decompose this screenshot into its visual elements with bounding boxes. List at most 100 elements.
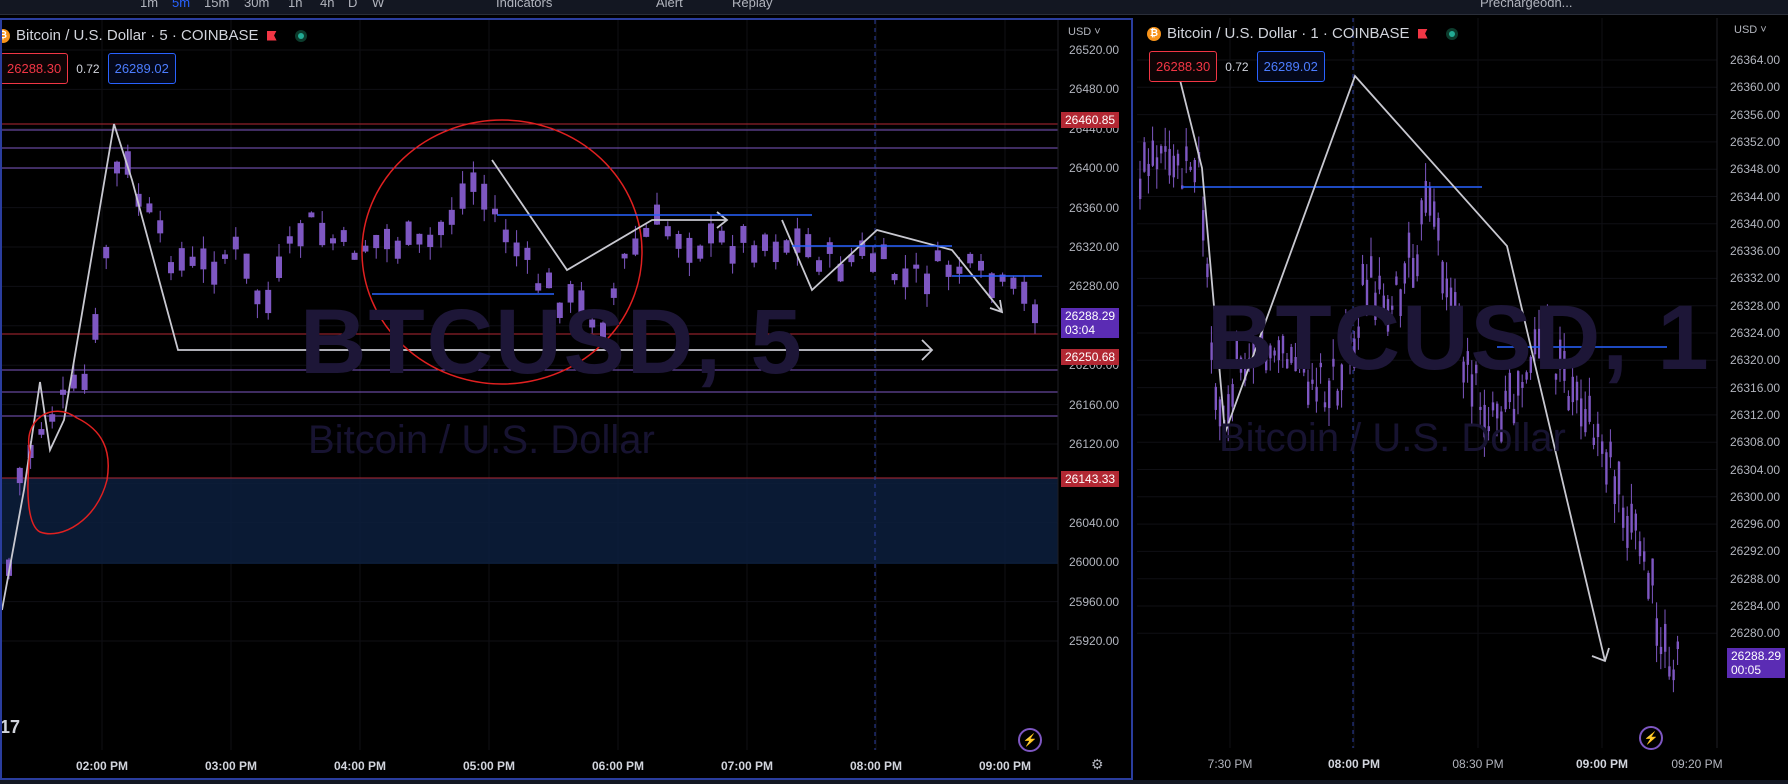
candle-body bbox=[92, 314, 99, 340]
price-axis-label: 26284.00 bbox=[1730, 599, 1781, 613]
timeframe-1h[interactable]: 1h bbox=[288, 0, 302, 10]
candle-body bbox=[114, 161, 120, 174]
candle-body bbox=[988, 273, 995, 299]
candle-body bbox=[394, 240, 401, 259]
bottom-strip bbox=[0, 780, 1788, 784]
symbol-legend[interactable]: ₿ Bitcoin / U.S. Dollar · 1 · COINBASE bbox=[1147, 25, 1458, 42]
time-axis-label: 08:30 PM bbox=[1452, 757, 1504, 771]
buy-button[interactable]: 26289.02 bbox=[107, 53, 176, 84]
settings-gear-icon[interactable]: ⚙ bbox=[1091, 756, 1104, 773]
flag-icon[interactable] bbox=[1417, 28, 1428, 39]
timeframe-1d[interactable]: D bbox=[348, 0, 357, 10]
candle-body bbox=[524, 247, 531, 260]
buy-button[interactable]: 26289.02 bbox=[1256, 51, 1325, 82]
candle-body bbox=[1433, 201, 1436, 227]
time-axis-label: 03:00 PM bbox=[204, 759, 258, 773]
timeframe-30m[interactable]: 30m bbox=[244, 0, 269, 10]
candle-body bbox=[870, 253, 876, 272]
price-axis-label: 26400.00 bbox=[1069, 161, 1120, 176]
alert-button[interactable]: Alert bbox=[656, 0, 683, 10]
price-axis-label: 26328.00 bbox=[1730, 298, 1781, 313]
candle-body bbox=[643, 227, 650, 237]
arrow-head-drawing bbox=[1591, 647, 1610, 663]
price-axis-label: 26000.00 bbox=[1069, 555, 1120, 570]
tradingview-logo[interactable]: 17 bbox=[2, 717, 20, 738]
price-axis-label: 26340.00 bbox=[1730, 216, 1781, 231]
candle-body bbox=[1185, 146, 1188, 162]
spread-value: 0.72 bbox=[76, 61, 100, 76]
flag-icon[interactable] bbox=[266, 30, 277, 41]
candle-body bbox=[459, 183, 466, 209]
candle-body bbox=[427, 234, 434, 248]
candle-body bbox=[621, 253, 628, 259]
bar-countdown: 00:05 bbox=[1731, 663, 1762, 677]
symbol-title[interactable]: Bitcoin / U.S. Dollar · 5 · COINBASE bbox=[16, 27, 259, 44]
price-axis-label: 26348.00 bbox=[1730, 162, 1781, 177]
price-axis-label: 26316.00 bbox=[1730, 380, 1781, 395]
layout-name[interactable]: Prechargeodn... bbox=[1480, 0, 1573, 10]
current-price: 26288.29 bbox=[1065, 309, 1116, 323]
candle-body bbox=[157, 220, 164, 234]
candle-body bbox=[546, 272, 552, 289]
price-axis-label: 26160.00 bbox=[1069, 397, 1120, 412]
indicators-button[interactable]: Indicators bbox=[496, 0, 552, 10]
timeframe-4h[interactable]: 4h bbox=[320, 0, 334, 10]
time-axis-label: 7:30 PM bbox=[1207, 757, 1253, 771]
timeframe-5m[interactable]: 5m bbox=[172, 0, 190, 10]
candle-body bbox=[405, 221, 412, 245]
candle-body bbox=[1193, 159, 1196, 183]
candle-body bbox=[675, 233, 682, 249]
chart-canvas-5m[interactable] bbox=[2, 20, 1131, 778]
candle-body bbox=[265, 289, 272, 314]
candle-body bbox=[718, 230, 725, 243]
candle-body bbox=[729, 246, 736, 264]
lightning-icon[interactable]: ⚡ bbox=[1018, 728, 1042, 752]
timeframe-15m[interactable]: 15m bbox=[204, 0, 229, 10]
symbol-legend[interactable]: ₿ Bitcoin / U.S. Dollar · 5 · COINBASE bbox=[2, 27, 307, 44]
currency-selector[interactable]: USD ˅ bbox=[1068, 26, 1101, 38]
candle-body bbox=[913, 264, 920, 269]
candle-body bbox=[60, 389, 66, 395]
symbol-title[interactable]: Bitcoin / U.S. Dollar · 1 · COINBASE bbox=[1167, 25, 1410, 42]
price-tag-upper: 26460.85 bbox=[1061, 112, 1120, 128]
chart-pane-1m[interactable]: BTCUSD, 1 Bitcoin / U.S. Dollar ₿ Bitcoi… bbox=[1137, 18, 1788, 780]
currency-selector[interactable]: USD ˅ bbox=[1734, 24, 1767, 36]
candle-body bbox=[632, 238, 639, 255]
replay-button[interactable]: Replay bbox=[732, 0, 772, 10]
price-axis-label: 26040.00 bbox=[1069, 515, 1120, 530]
candle-body bbox=[1617, 461, 1621, 495]
chart-pane-5m[interactable]: BTCUSD, 5 Bitcoin / U.S. Dollar ₿ Bitcoi… bbox=[0, 18, 1133, 780]
time-axis-label: 02:00 PM bbox=[75, 759, 129, 773]
candle-body bbox=[1010, 277, 1017, 289]
price-tag-lower: 26250.68 bbox=[1061, 349, 1120, 365]
candle-body bbox=[762, 234, 768, 251]
top-toolbar: 1m 5m 15m 30m 1h 4h D W Indicators Alert… bbox=[0, 0, 1788, 15]
price-tag-zone: 26143.33 bbox=[1061, 471, 1120, 487]
candle-body bbox=[1428, 186, 1432, 216]
candle-body bbox=[772, 241, 779, 263]
market-open-icon bbox=[294, 29, 307, 42]
lightning-icon[interactable]: ⚡ bbox=[1639, 726, 1663, 750]
candle-body bbox=[470, 172, 477, 192]
time-axis-label: 07:00 PM bbox=[720, 759, 774, 773]
candle-body bbox=[902, 268, 909, 288]
candle-body bbox=[481, 183, 488, 210]
chart-canvas-1m[interactable] bbox=[1137, 18, 1788, 780]
bid-ask-panel: 26288.30 0.72 26289.02 bbox=[2, 53, 176, 84]
candle-body bbox=[956, 266, 963, 274]
currency-label[interactable]: USD bbox=[1068, 26, 1091, 38]
candle-body bbox=[1151, 140, 1154, 166]
timeframe-1m[interactable]: 1m bbox=[140, 0, 158, 10]
price-axis-label: 26120.00 bbox=[1069, 437, 1120, 451]
candle-body bbox=[1668, 666, 1671, 677]
timeframe-1w[interactable]: W bbox=[372, 0, 384, 10]
sell-button[interactable]: 26288.30 bbox=[2, 53, 69, 84]
currency-label[interactable]: USD bbox=[1734, 24, 1757, 36]
candle-body bbox=[1168, 148, 1171, 176]
candle-body bbox=[978, 260, 984, 271]
sell-button[interactable]: 26288.30 bbox=[1149, 51, 1218, 82]
candle-body bbox=[1491, 402, 1495, 411]
candle-body bbox=[1176, 153, 1180, 166]
candle-body bbox=[103, 246, 110, 259]
candle-body bbox=[254, 290, 261, 305]
